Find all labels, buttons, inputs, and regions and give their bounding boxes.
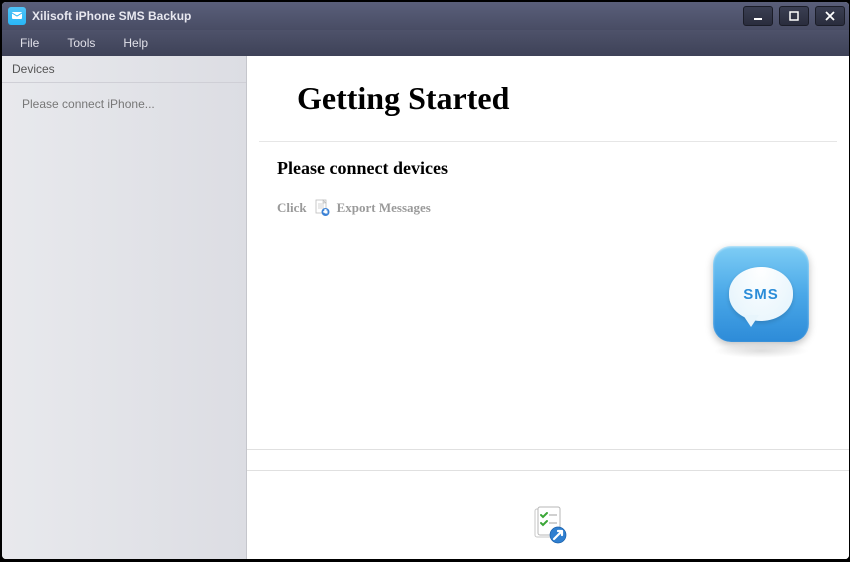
- connect-devices-heading: Please connect devices: [247, 158, 849, 199]
- export-page-icon: [313, 199, 331, 217]
- maximize-button[interactable]: [779, 6, 809, 26]
- divider: [259, 141, 837, 142]
- export-task-button[interactable]: [528, 505, 568, 545]
- body: Devices Please connect iPhone... Getting…: [2, 56, 849, 559]
- close-button[interactable]: [815, 6, 845, 26]
- window-controls: [743, 6, 845, 26]
- sidebar: Devices Please connect iPhone...: [2, 56, 247, 559]
- main-panel: Getting Started Please connect devices C…: [247, 56, 849, 559]
- click-label: Click: [277, 200, 307, 216]
- main-content: Getting Started Please connect devices C…: [247, 56, 849, 449]
- menu-tools[interactable]: Tools: [61, 32, 117, 54]
- sms-bubble-icon: SMS: [729, 267, 793, 321]
- sidebar-header: Devices: [2, 56, 246, 83]
- export-messages-label: Export Messages: [337, 200, 431, 216]
- instruction-row: Click Export Messages: [247, 199, 849, 217]
- menubar: File Tools Help: [2, 30, 849, 56]
- sms-badge-icon: SMS: [713, 246, 809, 342]
- page-title: Getting Started: [247, 56, 849, 141]
- app-icon: [8, 7, 26, 25]
- app-window: Xilisoft iPhone SMS Backup File Tools He…: [2, 2, 849, 559]
- sms-badge-reflection: [713, 344, 809, 358]
- window-title: Xilisoft iPhone SMS Backup: [32, 9, 743, 23]
- sidebar-status-message: Please connect iPhone...: [2, 83, 246, 125]
- titlebar[interactable]: Xilisoft iPhone SMS Backup: [2, 2, 849, 30]
- footer-divider: [247, 470, 849, 471]
- sms-badge-text: SMS: [743, 286, 779, 303]
- footer: [247, 449, 849, 559]
- menu-help[interactable]: Help: [117, 32, 170, 54]
- minimize-button[interactable]: [743, 6, 773, 26]
- menu-file[interactable]: File: [14, 32, 61, 54]
